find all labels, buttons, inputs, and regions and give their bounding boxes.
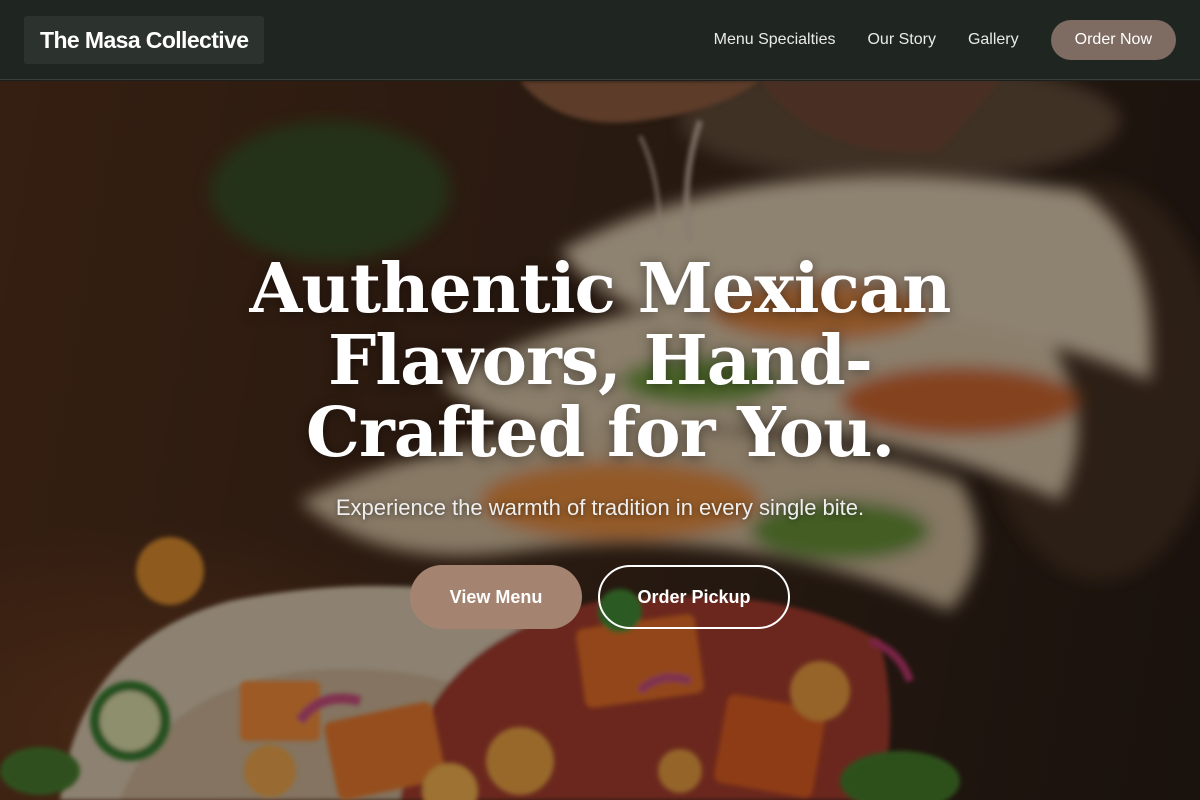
nav-our-story[interactable]: Our Story bbox=[867, 31, 935, 49]
main-nav: Menu Specialties Our Story Gallery Order… bbox=[714, 0, 1176, 80]
brand-logo[interactable]: The Masa Collective bbox=[24, 16, 265, 64]
site-header: The Masa Collective Menu Specialties Our… bbox=[0, 0, 1200, 80]
order-pickup-button[interactable]: Order Pickup bbox=[598, 565, 790, 629]
hero-section: Authentic Mexican Flavors, Hand-Crafted … bbox=[0, 81, 1200, 800]
hero-buttons: View Menu Order Pickup bbox=[0, 565, 1200, 629]
view-menu-button[interactable]: View Menu bbox=[410, 565, 582, 629]
hero-content: Authentic Mexican Flavors, Hand-Crafted … bbox=[0, 81, 1200, 800]
order-now-button[interactable]: Order Now bbox=[1050, 20, 1176, 60]
hero-subtitle: Experience the warmth of tradition in ev… bbox=[335, 495, 865, 520]
nav-menu-specialties[interactable]: Menu Specialties bbox=[714, 31, 836, 49]
hero-title: Authentic Mexican Flavors, Hand-Crafted … bbox=[249, 249, 952, 473]
nav-gallery[interactable]: Gallery bbox=[968, 31, 1019, 49]
